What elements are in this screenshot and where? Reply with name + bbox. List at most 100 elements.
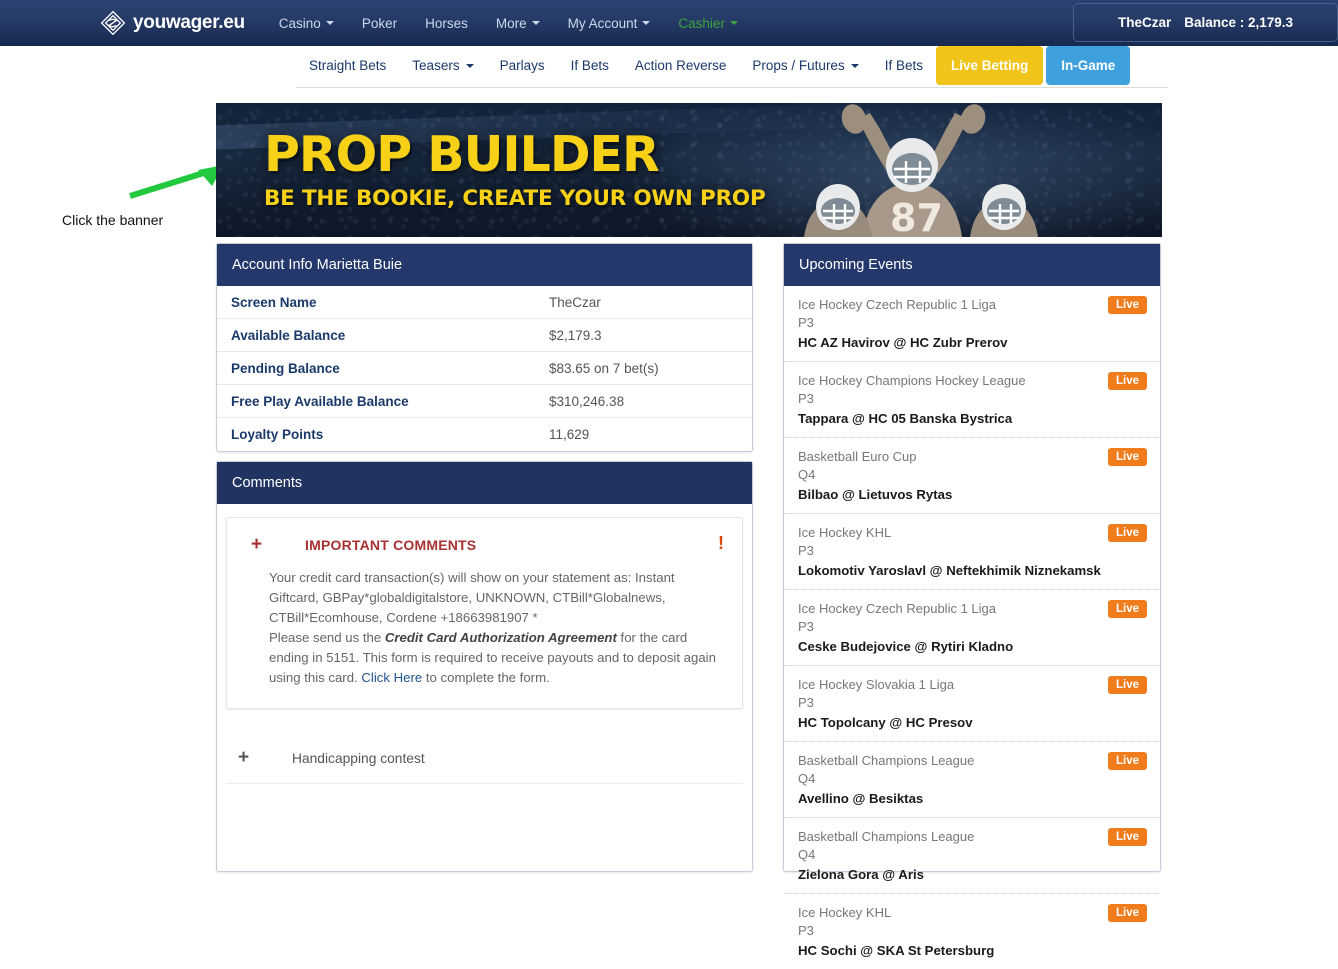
topnav-item-cashier[interactable]: Cashier — [664, 10, 752, 37]
top-nav-items: Casino Poker Horses More My Account Cash… — [265, 10, 752, 37]
topnav-item-horses[interactable]: Horses — [411, 10, 482, 37]
row-value: TheCzar — [549, 294, 601, 310]
event-match: HC Topolcany @ HC Presov — [798, 715, 973, 730]
row-label: Loyalty Points — [231, 427, 324, 442]
status-badge[interactable]: Live — [1107, 372, 1147, 390]
status-badge[interactable]: Live — [1107, 600, 1147, 618]
row-label: Screen Name — [231, 294, 317, 310]
status-badge[interactable]: Live — [1107, 448, 1147, 466]
table-row: Available Balance $2,179.3 — [217, 319, 752, 352]
tab-if-bets[interactable]: If Bets — [558, 46, 622, 85]
top-navigation-bar: youwager.eu Casino Poker Horses More My … — [0, 0, 1338, 46]
event-match: Bilbao @ Lietuvos Rytas — [798, 487, 953, 502]
row-value: $310,246.38 — [549, 393, 625, 409]
comments-title: Comments — [217, 462, 752, 504]
diamond-logo-icon — [100, 10, 126, 36]
topnav-item-my-account[interactable]: My Account — [554, 10, 665, 37]
topnav-label: Poker — [361, 15, 398, 31]
account-info-table: Screen Name TheCzar Available Balance $2… — [217, 286, 752, 451]
click-here-link[interactable]: Click Here — [361, 670, 422, 685]
plus-icon[interactable]: + — [245, 534, 305, 556]
status-badge[interactable]: Live — [1107, 828, 1147, 846]
chevron-down-icon — [531, 21, 540, 25]
status-badge[interactable]: Live — [1107, 296, 1147, 314]
brand-name: youwager.eu — [133, 12, 245, 33]
account-balance-box[interactable]: TheCzar Balance : 2,179.3 — [1073, 3, 1338, 42]
credit-card-agreement-emphasis: Credit Card Authorization Agreement — [384, 630, 617, 645]
status-badge[interactable]: Live — [1107, 676, 1147, 694]
list-item[interactable]: Ice Hockey KHL P3 Lokomotiv Yaroslavl @ … — [784, 514, 1160, 590]
topnav-item-casino[interactable]: Casino — [265, 10, 348, 37]
list-item[interactable]: Basketball Champions League Q4 Avellino … — [784, 742, 1160, 818]
event-period: P3 — [798, 619, 814, 634]
tab-straight-bets[interactable]: Straight Bets — [296, 46, 399, 85]
account-balance: Balance : 2,179.3 — [1184, 15, 1294, 30]
prop-builder-banner[interactable]: 87 PROP BUILDER BE THE BOOKIE, CREATE YO… — [216, 103, 1162, 237]
topnav-label: Casino — [278, 15, 321, 31]
chevron-down-icon — [850, 63, 859, 68]
chevron-down-icon — [729, 21, 738, 25]
important-comments-label: IMPORTANT COMMENTS — [305, 537, 477, 553]
list-item[interactable]: Ice Hockey Czech Republic 1 Liga P3 Cesk… — [784, 590, 1160, 666]
betting-type-nav: Straight Bets Teasers Parlays If Bets Ac… — [0, 46, 1338, 93]
comments-panel: Comments + IMPORTANT COMMENTS ! Your cre… — [216, 461, 753, 872]
banner-subtitle: BE THE BOOKIE, CREATE YOUR OWN PROP — [264, 186, 766, 211]
list-item[interactable]: Ice Hockey Slovakia 1 Liga P3 HC Topolca… — [784, 666, 1160, 742]
important-comments-text: Your credit card transaction(s) will sho… — [245, 568, 724, 688]
important-comments-header[interactable]: + IMPORTANT COMMENTS ! — [245, 532, 724, 558]
comment-paragraph-2-pre: Please send us the — [269, 630, 385, 645]
status-badge[interactable]: Live — [1107, 752, 1147, 770]
tab-action-reverse[interactable]: Action Reverse — [622, 46, 740, 85]
event-league: Ice Hockey Czech Republic 1 Liga — [798, 601, 996, 616]
event-league: Basketball Champions League — [798, 829, 975, 844]
tab-if-bets-2[interactable]: If Bets — [872, 46, 936, 85]
event-league: Ice Hockey Champions Hockey League — [798, 373, 1026, 388]
status-badge[interactable]: Live — [1107, 904, 1147, 922]
status-badge[interactable]: Live — [1107, 524, 1147, 542]
tab-teasers[interactable]: Teasers — [399, 46, 486, 85]
event-league: Basketball Euro Cup — [798, 449, 917, 464]
table-row: Screen Name TheCzar — [217, 286, 752, 319]
list-item[interactable]: Basketball Champions League Q4 Zielona G… — [784, 818, 1160, 894]
handicapping-contest-row[interactable]: + Handicapping contest — [226, 733, 743, 784]
event-period: P3 — [798, 543, 814, 558]
topnav-item-poker[interactable]: Poker — [348, 10, 411, 37]
chevron-down-icon — [465, 63, 474, 68]
plus-icon[interactable]: + — [232, 747, 292, 769]
row-value: 11,629 — [549, 427, 590, 442]
row-value: $2,179.3 — [549, 327, 602, 343]
tab-in-game[interactable]: In-Game — [1046, 46, 1131, 85]
list-item[interactable]: Ice Hockey Champions Hockey League P3 Ta… — [784, 362, 1160, 438]
table-row: Loyalty Points 11,629 — [217, 418, 752, 451]
row-label: Free Play Available Balance — [231, 393, 409, 409]
tab-label: Action Reverse — [634, 58, 727, 73]
handicapping-contest-label: Handicapping contest — [292, 750, 425, 766]
event-match: HC AZ Havirov @ HC Zubr Prerov — [798, 335, 1008, 350]
tab-live-betting[interactable]: Live Betting — [935, 46, 1044, 85]
tab-label: Straight Bets — [309, 58, 387, 73]
tab-parlays[interactable]: Parlays — [487, 46, 558, 85]
account-info-title: Account Info Marietta Buie — [217, 244, 752, 286]
table-row: Free Play Available Balance $310,246.38 — [217, 385, 752, 418]
list-item[interactable]: Ice Hockey Czech Republic 1 Liga P3 HC A… — [784, 286, 1160, 362]
list-item[interactable]: Ice Hockey KHL P3 HC Sochi @ SKA St Pete… — [784, 894, 1160, 969]
event-period: Q4 — [798, 467, 816, 482]
topnav-label: Cashier — [678, 15, 725, 31]
annotation-arrow-icon — [129, 165, 224, 199]
brand-logo[interactable]: youwager.eu — [100, 10, 245, 36]
row-value: $83.65 on 7 bet(s) — [549, 360, 659, 376]
annotation-text: Click the banner — [62, 212, 164, 228]
topnav-item-more[interactable]: More — [482, 10, 554, 37]
exclamation-icon: ! — [718, 533, 724, 553]
chevron-down-icon — [642, 21, 651, 25]
list-item[interactable]: Basketball Euro Cup Q4 Bilbao @ Lietuvos… — [784, 438, 1160, 514]
tab-props-futures[interactable]: Props / Futures — [739, 46, 871, 85]
event-match: Zielona Gora @ Aris — [798, 867, 924, 882]
event-period: P3 — [798, 923, 814, 938]
tab-label: Props / Futures — [752, 58, 845, 73]
table-row: Pending Balance $83.65 on 7 bet(s) — [217, 352, 752, 385]
event-period: P3 — [798, 695, 814, 710]
tab-label: If Bets — [884, 58, 923, 73]
upcoming-events-title: Upcoming Events — [784, 244, 1160, 286]
comment-paragraph-2-post: to complete the form. — [422, 670, 550, 685]
